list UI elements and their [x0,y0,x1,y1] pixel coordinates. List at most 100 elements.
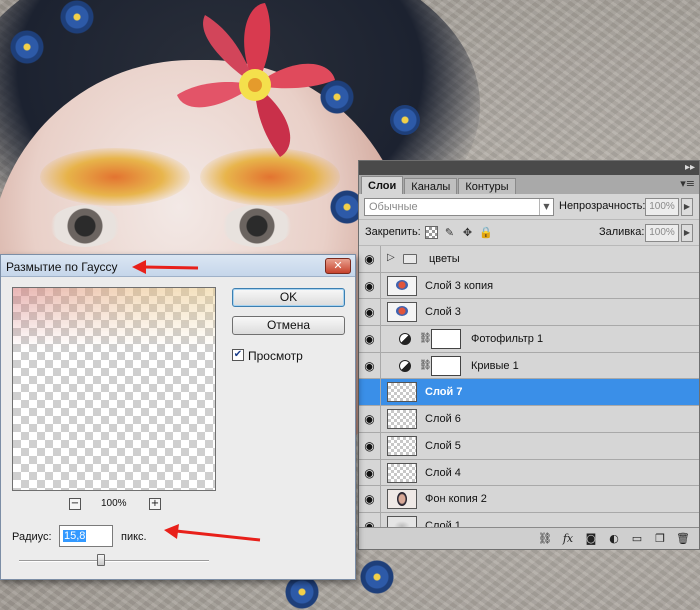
layer-name: Слой 6 [425,413,461,426]
layer-name: Кривые 1 [471,359,519,372]
layer-row[interactable]: ◉ Слой 3 копия [359,272,699,300]
layer-row[interactable]: ◉ Слой 5 [359,432,699,460]
blue-flower [360,560,394,594]
link-layers-icon[interactable]: ⛓ [537,532,553,545]
panel-titlebar[interactable]: ▸▸ [359,161,699,175]
layer-row-selected[interactable]: ◉ Слой 7 [359,379,699,407]
right-eye [222,205,292,247]
radius-slider-track[interactable] [19,560,209,562]
chain-link-icon[interactable]: ⛓ [419,333,432,344]
preview-checkbox[interactable]: ✔ [232,349,244,361]
radius-unit: пикс. [121,531,147,543]
layer-row[interactable]: ◉ ⛓ Кривые 1 [359,352,699,380]
eye-icon-hidden[interactable]: ◉ [359,379,381,406]
layers-panel: ▸▸ Слои Каналы Контуры ▾≡ Обычные ▼ Непр… [358,160,700,550]
folder-icon [403,254,417,264]
fill-arrow-icon[interactable]: ▶ [681,224,693,242]
lock-transparency-icon[interactable] [425,226,438,239]
layer-name: Фотофильтр 1 [471,333,544,346]
lock-all-icon[interactable]: 🔒 [479,226,493,239]
left-eyeshadow [40,148,190,206]
eye-icon[interactable]: ◉ [359,352,381,379]
eye-icon[interactable]: ◉ [359,246,381,272]
opacity-label: Непрозрачность: [559,200,646,212]
fill-field[interactable]: 100% [645,224,679,242]
tab-channels[interactable]: Каналы [404,178,458,194]
layer-thumbnail [387,302,417,323]
layer-name: Фон копия 2 [425,493,487,506]
blend-row: Обычные ▼ Непрозрачность: 100% ▶ [359,194,699,220]
close-icon[interactable]: ✕ [325,258,351,274]
panel-menu-icon[interactable]: ▾≡ [680,177,695,190]
annotation-arrow-title [132,260,199,274]
opacity-arrow-icon[interactable]: ▶ [681,198,693,216]
trash-icon[interactable]: 🗑 [675,532,691,545]
radius-label: Радиус: [12,531,52,543]
radius-value: 15,8 [63,530,87,542]
lock-label: Закрепить: [365,226,421,238]
radius-slider-thumb[interactable] [96,554,105,566]
annotation-arrow-radius [164,524,261,542]
panel-tabs: Слои Каналы Контуры ▾≡ [359,175,699,194]
lock-pixels-icon[interactable]: ✎ [443,226,456,239]
layer-name: Слой 5 [425,439,461,452]
zoom-out-button[interactable]: − [69,498,81,510]
eye-icon[interactable]: ◉ [359,432,381,459]
layer-row[interactable]: ◉ ▷ цветы [359,246,699,273]
blue-flower [285,575,319,609]
lock-row: Закрепить: ✎ ✥ 🔒 Заливка: 100% ▶ [359,220,699,246]
blue-flower [10,30,44,64]
eye-icon[interactable]: ◉ [359,326,381,352]
layer-mask-thumbnail[interactable] [431,329,461,350]
expand-arrow-icon[interactable]: ▷ [387,252,395,263]
zoom-in-button[interactable]: + [149,498,161,510]
eye-icon[interactable]: ◉ [359,486,381,512]
dialog-title: Размытие по Гауссу [6,260,118,274]
new-layer-icon[interactable]: ❐ [652,532,668,545]
layer-name: Слой 3 копия [425,279,494,292]
new-group-icon[interactable]: ▭ [629,532,645,545]
layer-row[interactable]: ◉ Слой 6 [359,406,699,433]
lock-position-icon[interactable]: ✥ [461,226,474,239]
layer-list: ◉ ▷ цветы ◉ Слой 3 копия ◉ Слой 3 ◉ ⛓ Фо… [359,246,699,536]
eye-icon[interactable]: ◉ [359,459,381,486]
cancel-button[interactable]: Отмена [232,316,345,335]
chevron-down-icon: ▼ [539,199,553,215]
fill-label: Заливка: [599,226,645,238]
layer-row[interactable]: ◉ Слой 3 [359,299,699,327]
layer-thumbnail [387,489,417,510]
layer-thumbnail [387,409,417,430]
blue-flower [320,80,354,114]
blue-flower [60,0,94,34]
adjustment-icon [399,359,411,372]
eye-icon[interactable]: ◉ [359,299,381,326]
tab-layers[interactable]: Слои [361,176,404,194]
preview-blur-tint [13,288,215,348]
fx-icon[interactable]: fx [560,532,576,545]
blend-mode-select[interactable]: Обычные ▼ [364,198,554,216]
eye-icon[interactable]: ◉ [359,272,381,299]
add-mask-icon[interactable]: ◙ [583,532,599,545]
opacity-field[interactable]: 100% [645,198,679,216]
chain-link-icon[interactable]: ⛓ [419,360,432,371]
tab-paths[interactable]: Контуры [458,178,516,194]
layer-row[interactable]: ◉ ⛓ Фотофильтр 1 [359,326,699,353]
panel-bottom-bar: ⛓ fx ◙ ◐ ▭ ❐ 🗑 [359,527,699,549]
radius-input[interactable]: 15,8 [59,525,113,547]
layer-thumbnail [387,435,417,456]
blend-mode-value: Обычные [369,201,418,213]
layer-row[interactable]: ◉ Фон копия 2 [359,486,699,513]
layer-thumbnail [387,382,417,403]
adjustment-layer-icon[interactable]: ◐ [606,532,622,545]
preview-area[interactable] [12,287,216,491]
collapse-icon[interactable]: ▸▸ [685,162,695,173]
layer-name: Слой 3 [425,306,461,319]
blue-flower [390,105,420,135]
left-eye [50,205,120,247]
eye-icon[interactable]: ◉ [359,406,381,432]
layer-name: Слой 4 [425,466,461,479]
layer-row[interactable]: ◉ Слой 4 [359,459,699,487]
adjustment-icon [399,333,411,346]
ok-button[interactable]: OK [232,288,345,307]
layer-mask-thumbnail[interactable] [431,355,461,376]
